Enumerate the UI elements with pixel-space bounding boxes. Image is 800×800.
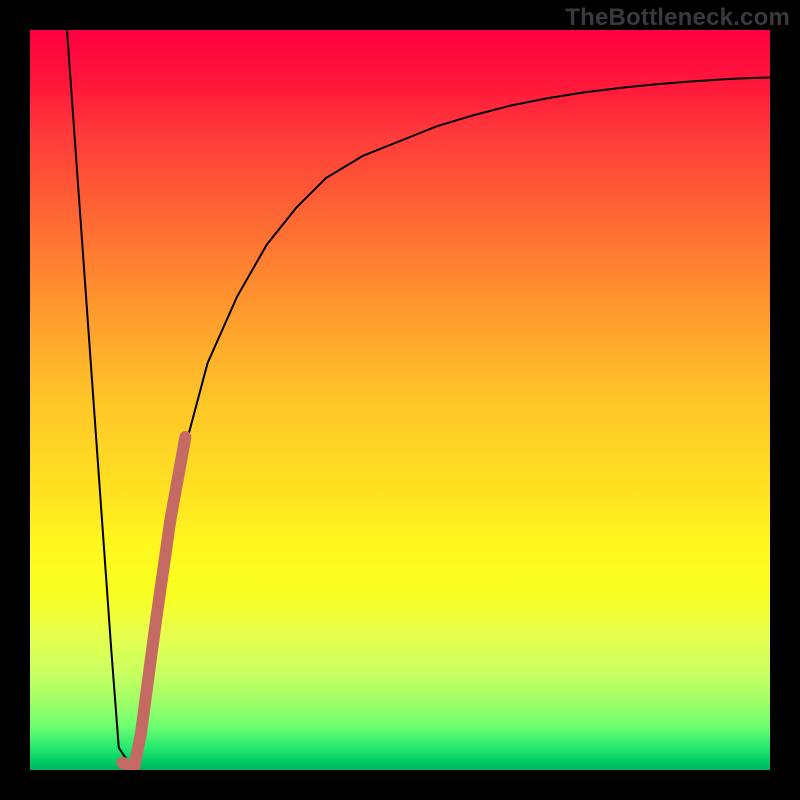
watermark-text: TheBottleneck.com: [565, 4, 790, 32]
chart-canvas: [30, 30, 770, 770]
highlight-segment-path: [123, 437, 186, 770]
plot-area: [30, 30, 770, 770]
chart-frame: TheBottleneck.com: [0, 0, 800, 800]
bottleneck-curve-path: [67, 30, 770, 770]
